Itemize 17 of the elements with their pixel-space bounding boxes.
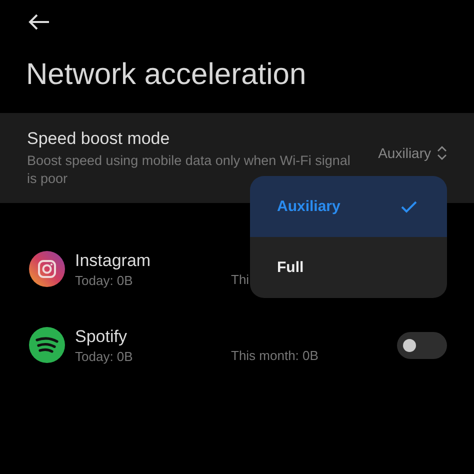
sound-waves-app-icon — [29, 327, 65, 363]
back-arrow-icon[interactable] — [28, 14, 50, 30]
app-name: Spotify — [75, 326, 128, 346]
setting-title: Speed boost mode — [27, 128, 171, 148]
page-title: Network acceleration — [26, 58, 306, 92]
up-down-chevron-icon — [437, 145, 447, 161]
app-name: Instagram — [75, 250, 152, 270]
setting-value: Auxiliary — [378, 145, 431, 161]
toggle-switch[interactable] — [397, 332, 447, 358]
checkmark-icon — [401, 200, 417, 212]
camera-app-icon — [29, 251, 65, 287]
today-usage: Today: 0B — [75, 272, 134, 288]
menu-option[interactable]: Full — [250, 237, 447, 298]
today-usage: Today: 0B — [75, 348, 134, 364]
menu-option[interactable]: Auxiliary — [250, 176, 447, 237]
month-usage: This month: 0B — [231, 348, 318, 363]
month-usage: Thi — [231, 272, 250, 287]
